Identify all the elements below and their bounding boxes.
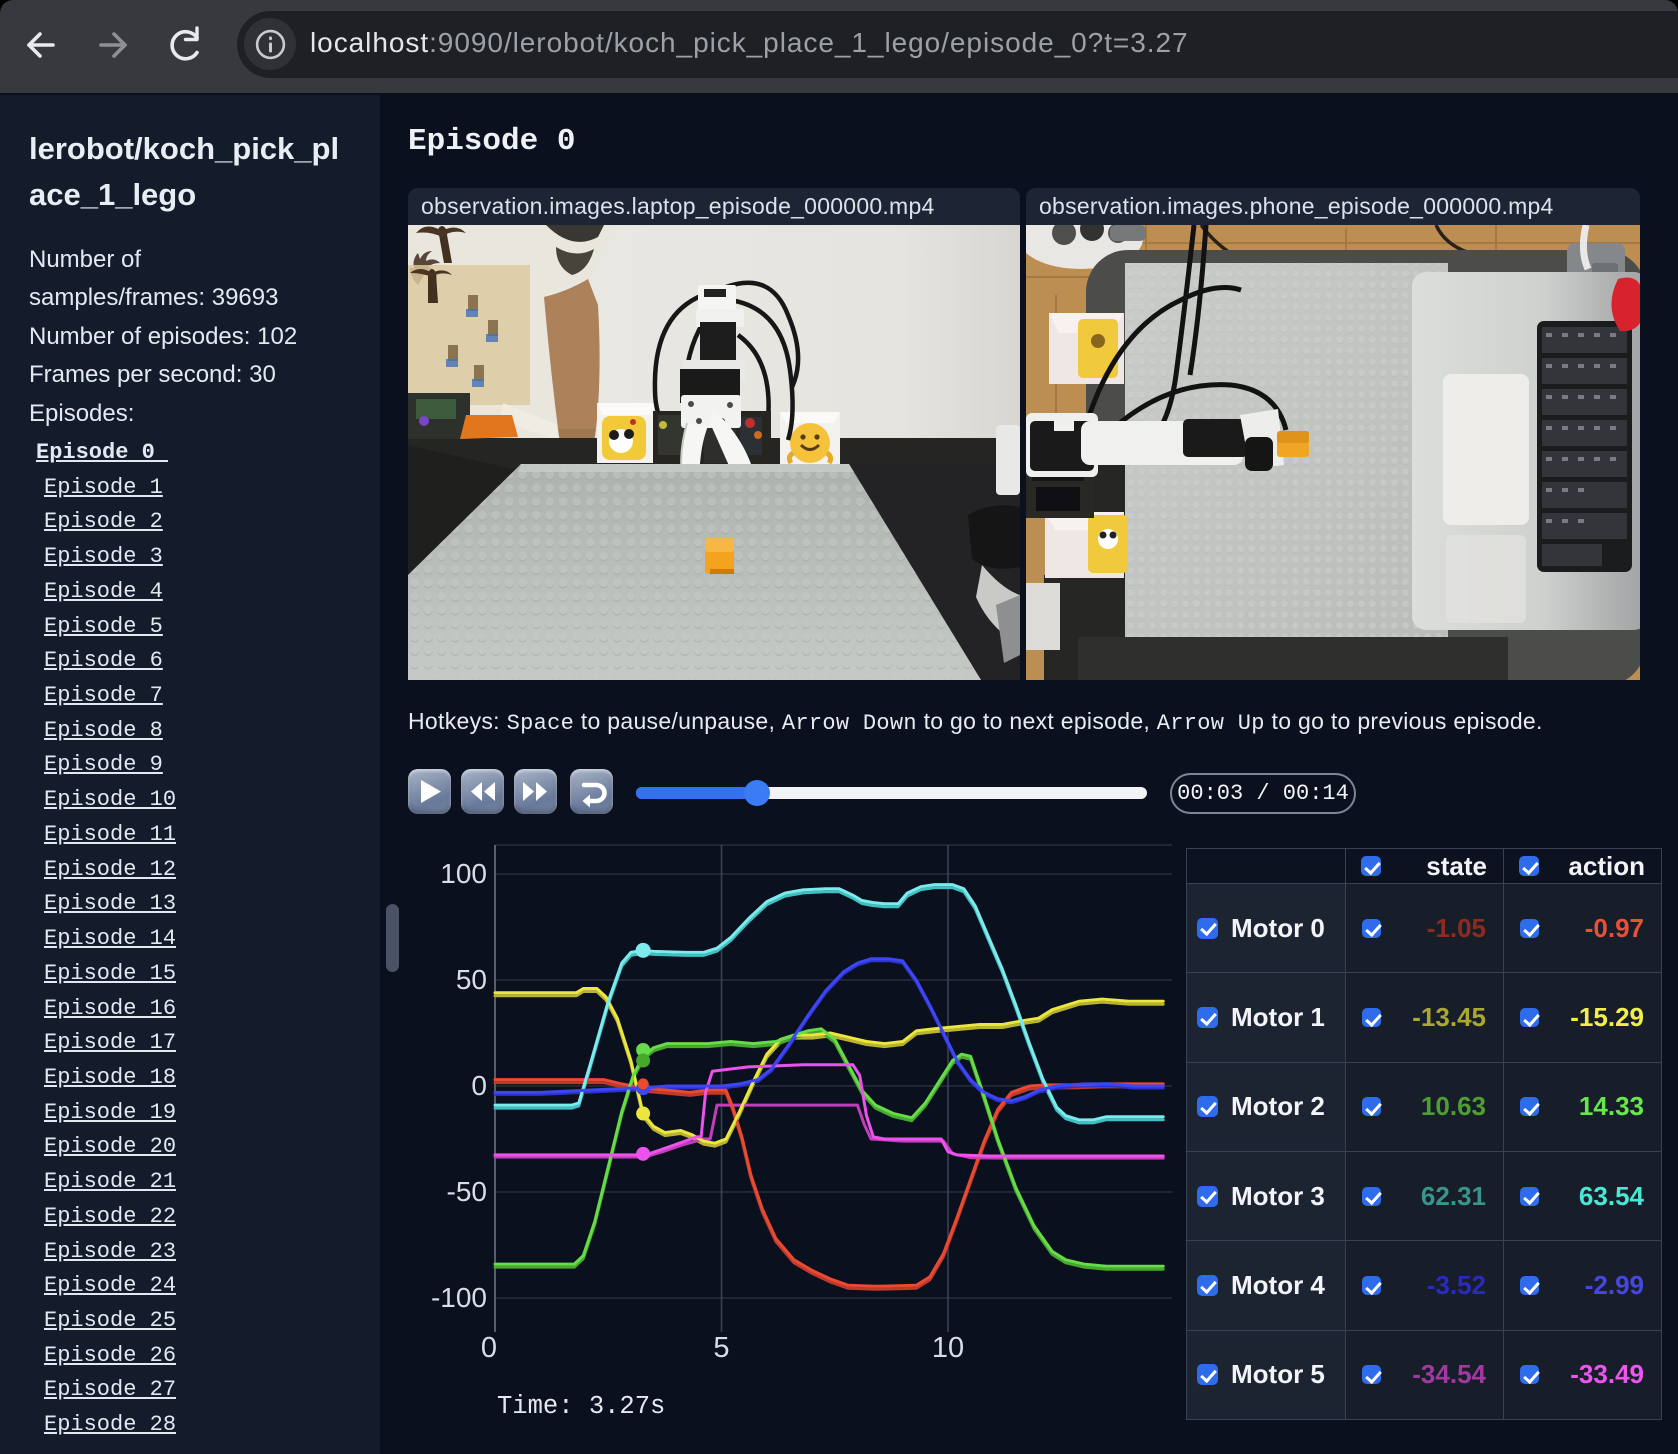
svg-text:0: 0 bbox=[481, 1332, 497, 1364]
svg-text:5: 5 bbox=[713, 1332, 729, 1364]
svg-text:10: 10 bbox=[932, 1332, 964, 1364]
svg-text:-50: -50 bbox=[447, 1176, 487, 1207]
svg-text:Time: 3.27s: Time: 3.27s bbox=[497, 1392, 665, 1421]
svg-text:0: 0 bbox=[471, 1070, 487, 1101]
svg-text:100: 100 bbox=[440, 858, 487, 889]
svg-text:-100: -100 bbox=[431, 1282, 487, 1313]
svg-text:50: 50 bbox=[456, 964, 487, 995]
